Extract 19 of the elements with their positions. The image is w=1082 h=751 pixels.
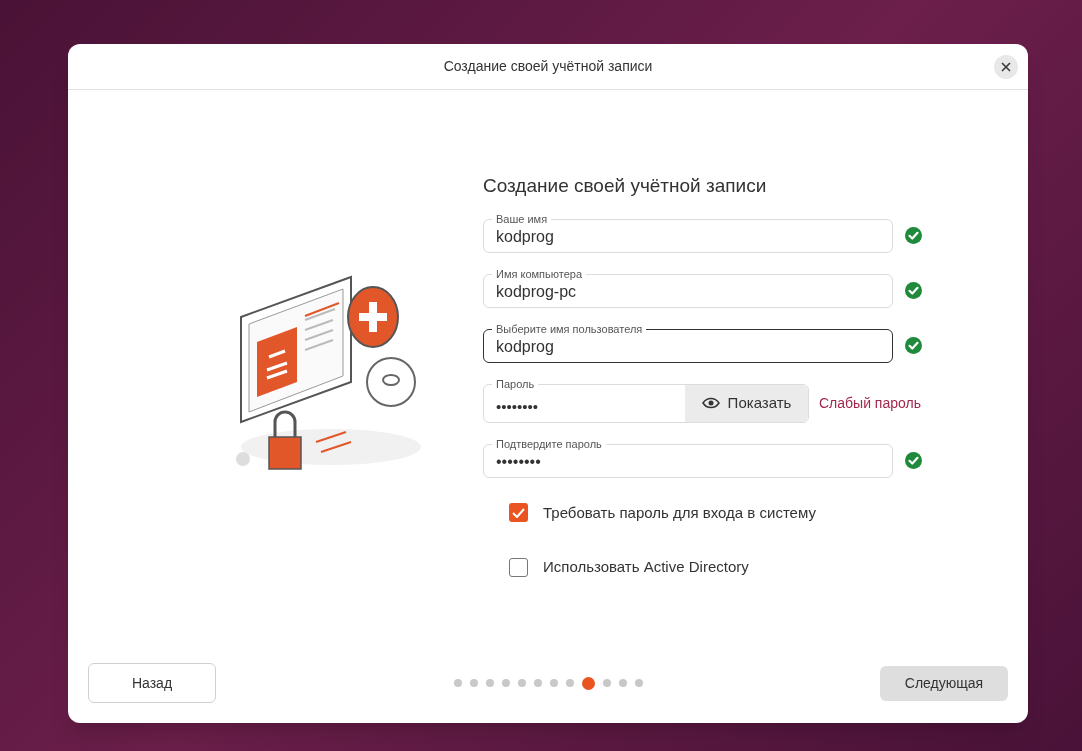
field-value: •••••••• — [496, 451, 541, 472]
password-value: •••••••• — [496, 398, 538, 416]
back-button[interactable]: Назад — [88, 663, 216, 703]
checkbox[interactable] — [509, 557, 528, 577]
checkbox-label: Использовать Active Directory — [543, 557, 749, 577]
page-heading: Создание своей учётной записи — [483, 174, 768, 198]
password-strength-text: Слабый пароль — [819, 393, 921, 413]
field-label: Выберите имя пользователя — [492, 321, 647, 336]
window-title: Создание своей учётной записи — [443, 57, 653, 76]
close-icon — [1001, 62, 1011, 72]
next-button[interactable]: Следующая — [880, 665, 1008, 701]
field-value: kodprog — [496, 226, 554, 247]
field-value: kodprog — [496, 336, 554, 357]
field-value: kodprog-pc — [496, 281, 577, 302]
checkbox[interactable] — [509, 503, 528, 523]
checkbox-label: Требовать пароль для входа в систему — [543, 502, 816, 523]
eye-icon — [701, 397, 720, 409]
show-password-button[interactable]: Показать — [685, 384, 808, 422]
close-button[interactable] — [994, 55, 1018, 79]
